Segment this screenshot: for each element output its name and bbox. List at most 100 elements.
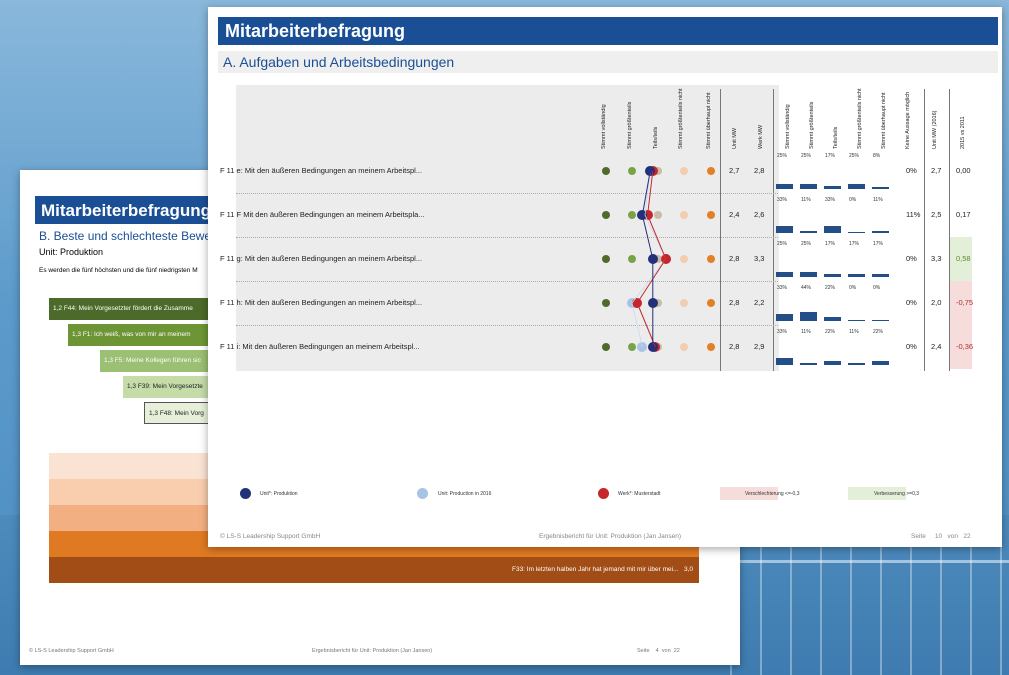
col-header-scale: Stimmt vollständig	[597, 87, 609, 149]
unit-mw-value: 2,7	[729, 166, 740, 175]
footer-report: Ergebnisbericht für Unit: Produktion (Ja…	[312, 648, 433, 654]
divider	[720, 89, 721, 371]
legend-prev-label: Unit: Production in 2016	[438, 491, 492, 497]
unit-dot	[647, 254, 658, 264]
scale-dot	[602, 211, 610, 219]
row-label: F 11 e: Mit den äußeren Bedingungen an m…	[220, 166, 423, 175]
dist-percent: 33%	[825, 197, 836, 203]
col-header-dist: Stimmt vollständig	[781, 87, 793, 149]
scale-dot	[680, 299, 688, 307]
mw-2016-value: 2,7	[931, 166, 942, 175]
mw-2016-value: 2,5	[931, 210, 942, 219]
col-header-label: Werk MW	[758, 124, 764, 149]
legend-unit-dot	[240, 488, 251, 499]
footer-total: 22	[673, 648, 680, 654]
dist-percent: 25%	[801, 241, 812, 247]
scale-dot	[680, 167, 688, 175]
dist-bar	[872, 361, 889, 365]
divider	[924, 89, 925, 371]
dist-percent: 22%	[825, 285, 836, 291]
legend-werk-label: Werk*: Musterstadt	[618, 491, 661, 497]
dist-bar	[800, 312, 817, 321]
dist-bar	[824, 274, 841, 277]
dist-percent: 22%	[873, 329, 884, 335]
col-header-dist: Stimmt größtenteils nicht	[853, 87, 865, 149]
unit-mw-value: 2,8	[729, 342, 740, 351]
col-header-dist: Stimmt größtenteils	[805, 87, 817, 149]
dist-percent: 17%	[873, 241, 884, 247]
page-title: Mitarbeiterbefragung	[218, 17, 998, 45]
dist-bar	[776, 226, 793, 233]
scale-dot	[680, 211, 688, 219]
scale-dot	[680, 343, 688, 351]
dist-percent: 25%	[801, 153, 812, 159]
keine-aussage-value: 0%	[906, 254, 917, 263]
dist-percent: 17%	[825, 153, 836, 159]
col-header-label: Stimmt vollständig	[601, 104, 607, 149]
col-header-label: Stimmt vollständig	[785, 104, 791, 149]
footer-of: von	[661, 648, 671, 654]
dist-bar	[776, 314, 793, 321]
dist-bar	[776, 184, 793, 189]
diff-value: -0,75	[956, 298, 974, 307]
row-label: F 11 g: Mit den äußeren Bedingungen an m…	[220, 254, 423, 263]
mw-2016-value: 2,0	[931, 298, 942, 307]
dist-percent: 17%	[825, 241, 836, 247]
dist-percent: 25%	[849, 153, 860, 159]
dist-bar	[848, 184, 865, 189]
dist-bar	[848, 320, 865, 321]
diff-value: -0,36	[956, 342, 974, 351]
col-header-dist: Keine Aussage möglich	[901, 87, 913, 149]
table-background	[236, 85, 779, 371]
dist-percent: 44%	[801, 285, 812, 291]
col-header-dist: Teils/teils	[829, 87, 841, 149]
dist-bar	[872, 274, 889, 277]
dist-bar	[800, 231, 817, 233]
dist-bar	[872, 187, 889, 189]
legend-better-label: Verbesserung >=0,3	[874, 491, 920, 497]
section-title: A. Aufgaben und Arbeitsbedingungen	[218, 51, 998, 73]
col-header-trend: 2015 vs 2011	[956, 87, 968, 149]
row-separator	[236, 193, 778, 194]
diff-value: 0,17	[956, 210, 971, 219]
intro-text: Es werden die fünf höchsten und die fünf…	[39, 267, 198, 274]
dist-bar	[872, 320, 889, 321]
scale-dot	[680, 255, 688, 263]
dist-percent: 22%	[825, 329, 836, 335]
worst-item-value: 3,0	[683, 566, 693, 573]
divider	[773, 89, 774, 371]
row-label: F 11 i: Mit den äußeren Bedingungen an m…	[220, 342, 420, 351]
footer-of: von	[947, 533, 958, 540]
col-header-dist: Stimmt überhaupt nicht	[877, 87, 889, 149]
unit-mw-value: 2,4	[729, 210, 740, 219]
scale-dot	[628, 211, 636, 219]
section-title: B. Beste und schlechteste Bewertur	[39, 229, 230, 243]
row-separator	[236, 237, 778, 238]
col-header-trend: Unit MW (2016)	[928, 87, 940, 149]
scale-dot	[602, 167, 610, 175]
werk-mw-value: 2,8	[754, 166, 765, 175]
row-separator	[236, 281, 778, 282]
mw-2016-value: 3,3	[931, 254, 942, 263]
dist-percent: 0%	[849, 197, 857, 203]
col-header-label: Stimmt größtenteils	[809, 101, 815, 149]
werk-mw-value: 2,2	[754, 298, 765, 307]
dist-bar	[824, 186, 841, 189]
legend-worse-label: Verschlechterung <=-0,3	[745, 491, 800, 497]
dist-percent: 11%	[801, 197, 811, 203]
legend-werk-dot	[598, 488, 609, 499]
footer-page-number: 4	[655, 648, 659, 654]
diff-value: 0,58	[956, 254, 971, 263]
dist-bar	[776, 272, 793, 277]
keine-aussage-value: 11%	[906, 210, 921, 219]
dist-bar	[824, 317, 841, 321]
dist-percent: 11%	[873, 197, 883, 203]
dist-bar	[848, 274, 865, 277]
report-page-front: Mitarbeiterbefragung A. Aufgaben und Arb…	[208, 7, 1002, 547]
werk-mw-value: 2,9	[754, 342, 765, 351]
unit-dot	[647, 298, 658, 308]
keine-aussage-value: 0%	[906, 342, 917, 351]
footer-total: 22	[963, 533, 971, 540]
row-separator	[236, 325, 778, 326]
unit-mw-value: 2,8	[729, 298, 740, 307]
